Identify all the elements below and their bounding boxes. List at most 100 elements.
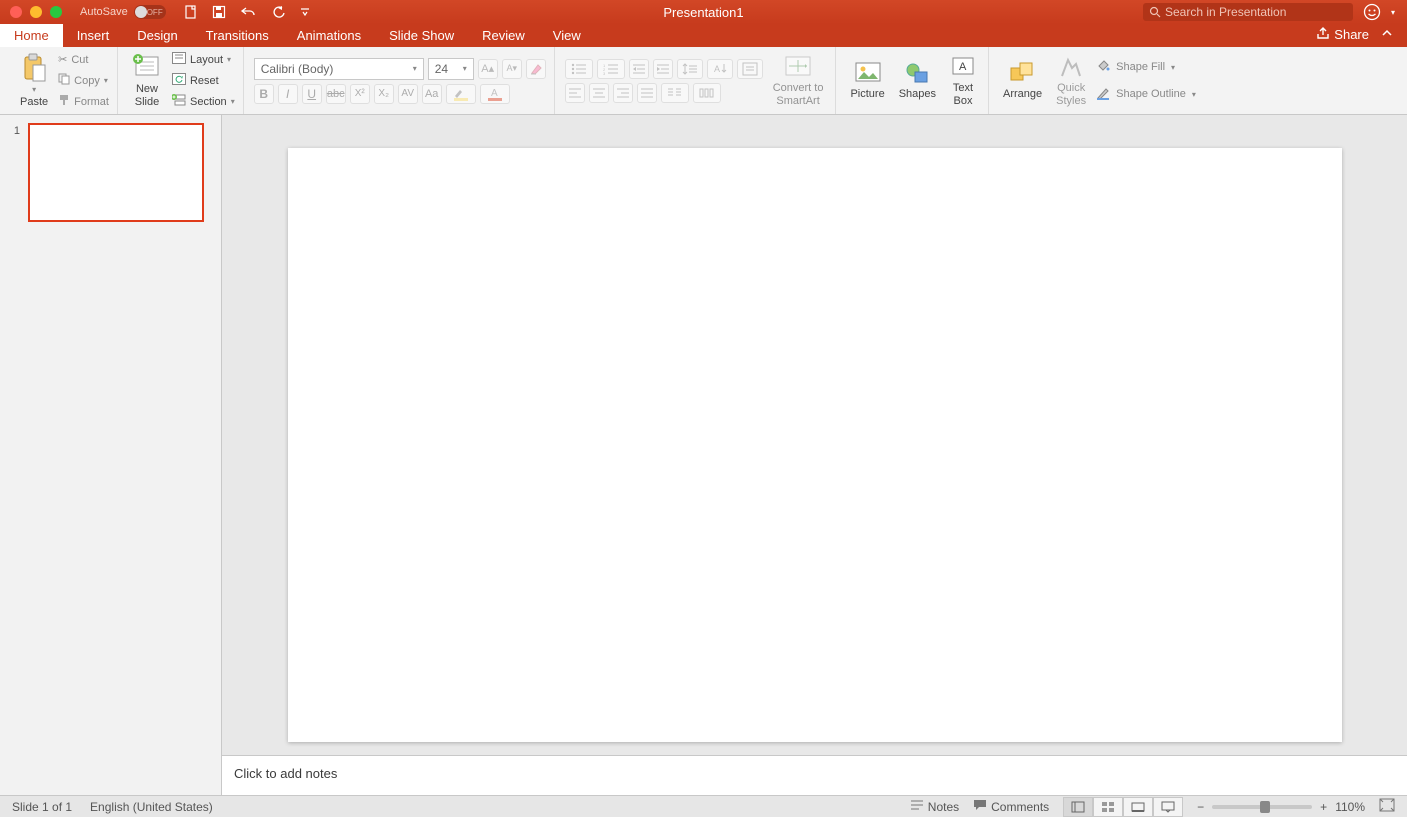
shape-fill-button[interactable]: Shape Fill▾ xyxy=(1096,59,1196,76)
tab-home[interactable]: Home xyxy=(0,24,63,47)
redo-icon[interactable] xyxy=(272,5,286,19)
notes-icon xyxy=(910,799,924,814)
copy-button[interactable]: Copy▾ xyxy=(58,72,109,90)
fit-to-window-button[interactable] xyxy=(1379,798,1395,815)
window-controls xyxy=(0,6,62,18)
language-status[interactable]: English (United States) xyxy=(90,800,213,814)
tab-design[interactable]: Design xyxy=(123,24,191,47)
zoom-in-button[interactable]: + xyxy=(1320,800,1327,814)
underline-button[interactable]: U xyxy=(302,84,322,104)
ribbon-group-arrange: Arrange Quick Styles Shape Fill▾ Shape O… xyxy=(991,47,1204,114)
highlight-color-button[interactable] xyxy=(446,84,476,104)
ribbon-group-paragraph: 123 A Convert to SmartArt xyxy=(557,47,837,114)
justify-button[interactable] xyxy=(637,83,657,103)
change-case-button[interactable]: Aa xyxy=(422,84,442,104)
new-slide-label: New Slide xyxy=(135,83,159,107)
ribbon-group-font: Calibri (Body)▾ 24▾ A▴ A▾ B I U abc X² X… xyxy=(246,47,555,114)
align-text-button[interactable] xyxy=(737,59,763,79)
tab-view[interactable]: View xyxy=(539,24,595,47)
character-spacing-button[interactable]: AV xyxy=(398,84,418,104)
italic-button[interactable]: I xyxy=(278,84,298,104)
maximize-window-icon[interactable] xyxy=(50,6,62,18)
notes-pane[interactable]: Click to add notes xyxy=(222,755,1407,795)
strikethrough-button[interactable]: abc xyxy=(326,84,346,104)
comment-icon xyxy=(973,799,987,814)
slide[interactable] xyxy=(288,148,1342,742)
statusbar: Slide 1 of 1 English (United States) Not… xyxy=(0,795,1407,817)
slideshow-view-button[interactable] xyxy=(1153,797,1183,817)
shapes-button[interactable]: Shapes xyxy=(895,52,940,110)
search-input[interactable] xyxy=(1165,5,1347,19)
tab-transitions[interactable]: Transitions xyxy=(192,24,283,47)
shape-outline-button[interactable]: Shape Outline▾ xyxy=(1096,86,1196,103)
tab-animations[interactable]: Animations xyxy=(283,24,375,47)
zoom-out-button[interactable]: − xyxy=(1197,800,1204,814)
quick-styles-button[interactable]: Quick Styles xyxy=(1052,52,1090,110)
increase-indent-button[interactable] xyxy=(653,59,673,79)
sorter-view-button[interactable] xyxy=(1093,797,1123,817)
clear-formatting-button[interactable] xyxy=(526,59,546,79)
align-center-button[interactable] xyxy=(589,83,609,103)
search-box[interactable] xyxy=(1143,3,1353,21)
font-name-select[interactable]: Calibri (Body)▾ xyxy=(254,58,424,80)
notes-toggle[interactable]: Notes xyxy=(910,799,959,814)
text-direction-button[interactable]: A xyxy=(707,59,733,79)
comments-toggle[interactable]: Comments xyxy=(973,799,1049,814)
tab-insert[interactable]: Insert xyxy=(63,24,124,47)
reset-button[interactable]: Reset xyxy=(172,72,235,90)
collapse-ribbon-icon[interactable] xyxy=(1381,27,1393,42)
paste-label: Paste xyxy=(20,96,48,108)
file-icon[interactable] xyxy=(184,5,198,19)
zoom-slider[interactable] xyxy=(1212,805,1312,809)
format-painter-button[interactable]: Format xyxy=(58,93,109,111)
increase-font-button[interactable]: A▴ xyxy=(478,59,498,79)
picture-button[interactable]: Picture xyxy=(846,52,888,110)
numbering-button[interactable]: 123 xyxy=(597,59,625,79)
layout-button[interactable]: Layout▾ xyxy=(172,51,235,69)
decrease-indent-button[interactable] xyxy=(629,59,649,79)
align-left-button[interactable] xyxy=(565,83,585,103)
close-window-icon[interactable] xyxy=(10,6,22,18)
slide-count[interactable]: Slide 1 of 1 xyxy=(12,800,72,814)
arrange-button[interactable]: Arrange xyxy=(999,52,1046,110)
copy-icon xyxy=(58,73,70,88)
normal-view-button[interactable] xyxy=(1063,797,1093,817)
autosave-toggle[interactable]: AutoSave OFF xyxy=(80,5,166,19)
textbox-button[interactable]: A Text Box xyxy=(946,52,980,110)
undo-icon[interactable] xyxy=(240,5,258,19)
account-icon[interactable] xyxy=(1363,3,1381,21)
decrease-font-button[interactable]: A▾ xyxy=(502,59,522,79)
reset-icon xyxy=(172,73,186,88)
line-spacing-button[interactable] xyxy=(677,59,703,79)
slide-thumbnails-panel[interactable]: 1 xyxy=(0,115,222,795)
minimize-window-icon[interactable] xyxy=(30,6,42,18)
align-right-button[interactable] xyxy=(613,83,633,103)
reading-view-button[interactable] xyxy=(1123,797,1153,817)
tab-review[interactable]: Review xyxy=(468,24,539,47)
share-button[interactable]: Share xyxy=(1316,26,1369,43)
zoom-level[interactable]: 110% xyxy=(1335,800,1365,814)
convert-smartart-button[interactable]: Convert to SmartArt xyxy=(769,52,828,110)
qat-customize-icon[interactable] xyxy=(300,7,310,17)
bold-button[interactable]: B xyxy=(254,84,274,104)
tab-slideshow[interactable]: Slide Show xyxy=(375,24,468,47)
distribute-button[interactable] xyxy=(693,83,721,103)
thumbnail-item[interactable]: 1 xyxy=(10,123,211,222)
main-area: 1 Click to add notes xyxy=(0,115,1407,795)
paste-button[interactable]: ▾ Paste xyxy=(16,52,52,110)
autosave-switch[interactable]: OFF xyxy=(134,5,166,19)
chevron-down-icon: ▾ xyxy=(32,85,36,94)
superscript-button[interactable]: X² xyxy=(350,84,370,104)
font-size-select[interactable]: 24▾ xyxy=(428,58,474,80)
slide-canvas-area[interactable] xyxy=(222,115,1407,755)
columns-button[interactable] xyxy=(661,83,689,103)
section-button[interactable]: Section▾ xyxy=(172,93,235,111)
bullets-button[interactable] xyxy=(565,59,593,79)
save-icon[interactable] xyxy=(212,5,226,19)
new-slide-button[interactable]: New Slide xyxy=(128,52,166,110)
account-dropdown-icon[interactable]: ▾ xyxy=(1391,8,1395,17)
cut-button[interactable]: ✂︎ Cut xyxy=(58,51,109,69)
font-color-button[interactable]: A xyxy=(480,84,510,104)
thumbnail-slide[interactable] xyxy=(28,123,204,222)
subscript-button[interactable]: X₂ xyxy=(374,84,394,104)
